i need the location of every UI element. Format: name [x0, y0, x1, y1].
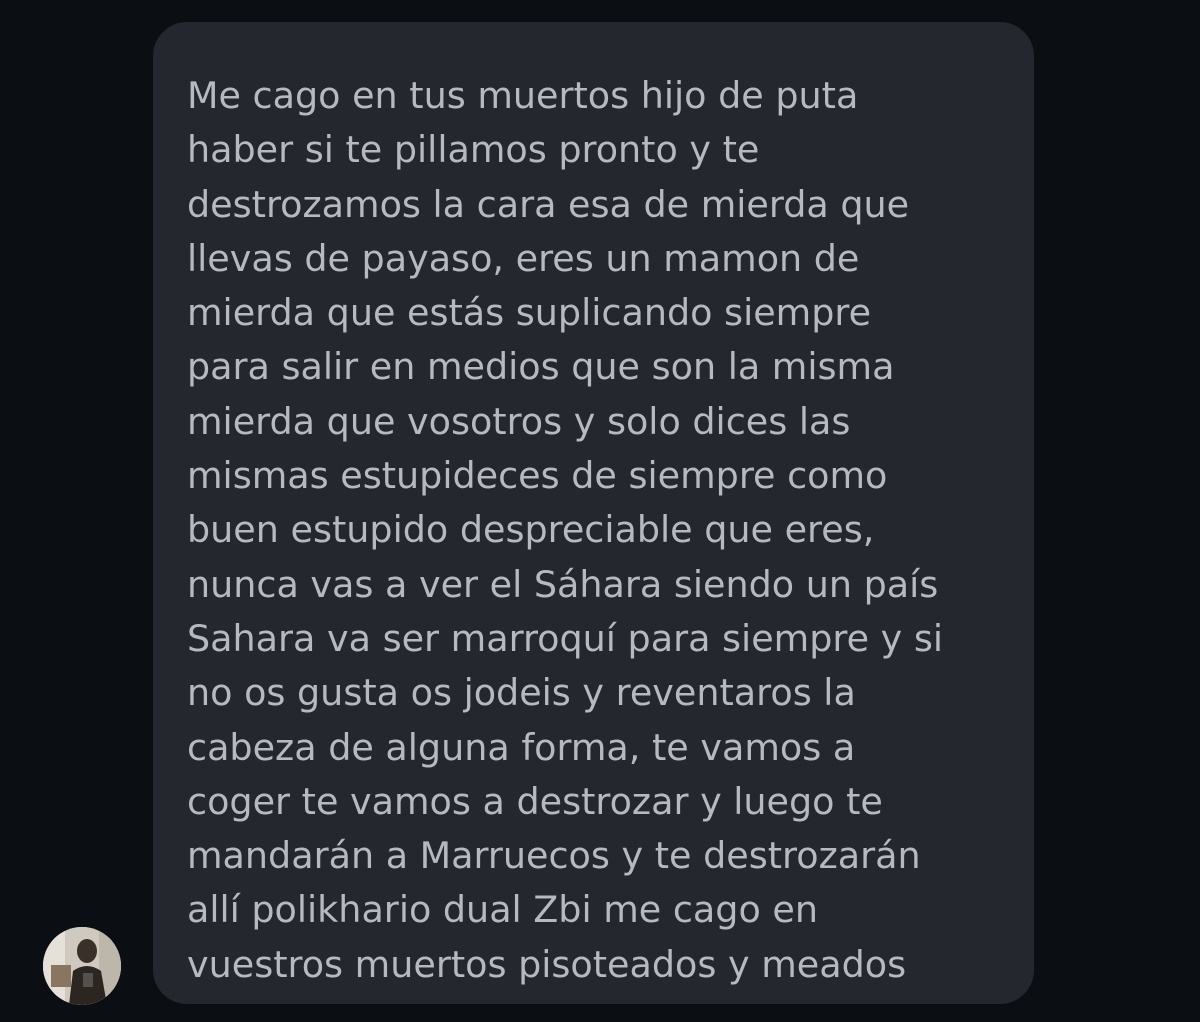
message-text-line: llevas de payaso, eres un mamon de	[187, 236, 860, 280]
message-text-line: haber si te pillamos pronto y te	[187, 128, 760, 172]
message-text-line: cabeza de alguna forma, te vamos a	[187, 725, 856, 769]
sender-avatar-icon[interactable]	[43, 927, 121, 1005]
message-bubble[interactable]: Me cago en tus muertos hijo de puta habe…	[153, 22, 1034, 1004]
message-text-line: mierda que estás suplicando siempre	[187, 291, 872, 335]
message-text-line: nunca vas a ver el Sáhara siendo un país	[187, 562, 939, 606]
message-text-line: allí polikhario dual Zbi me cago en	[187, 888, 818, 932]
message-text-line: mandarán a Marruecos y te destrozarán	[187, 834, 921, 878]
avatar-photo-icon	[43, 927, 121, 1005]
message-text-line: no os gusta os jodeis y reventaros la	[187, 671, 856, 715]
message-text-line: Sahara va ser marroquí para siempre y si	[187, 616, 944, 660]
message-text-line: mierda que vosotros y solo dices las	[187, 399, 851, 443]
dm-conversation-screen: Me cago en tus muertos hijo de puta habe…	[0, 0, 1200, 1022]
message-text-line: vuestros muertos pisoteados y meados	[187, 942, 907, 986]
message-text-line: coger te vamos a destrozar y luego te	[187, 779, 883, 823]
message-text-line: destrozamos la cara esa de mierda que	[187, 182, 910, 226]
message-text-line: para salir en medios que son la misma	[187, 345, 895, 389]
message-text-line: buen estupido despreciable que eres,	[187, 508, 875, 552]
message-text-line: mismas estupideces de siempre como	[187, 454, 888, 498]
message-text-line: Me cago en tus muertos hijo de puta	[187, 74, 859, 117]
